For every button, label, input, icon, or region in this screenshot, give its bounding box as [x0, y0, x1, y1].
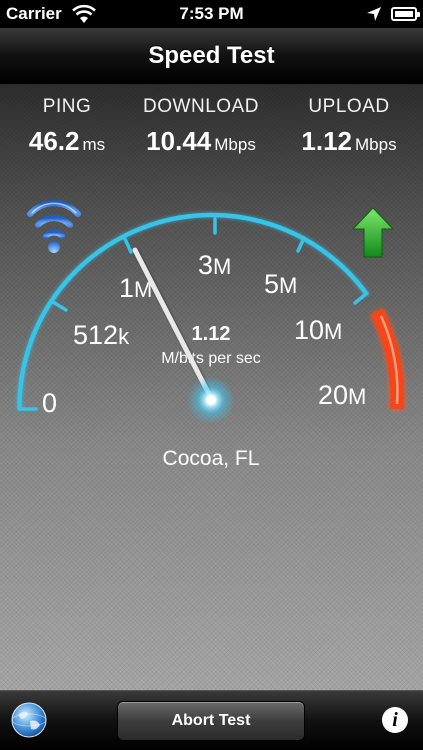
navigation-bar: Speed Test	[0, 28, 423, 84]
gauge-tick-label: 512k	[73, 320, 130, 350]
page-title: Speed Test	[148, 41, 275, 69]
gauge-tick-label: 20M	[318, 380, 366, 410]
location-arrow-icon	[367, 7, 381, 21]
gauge-tick-label: 0	[42, 388, 57, 418]
gauge-tick-label: 5M	[264, 269, 297, 299]
gauge-ticks	[17, 217, 368, 411]
clock: 7:53 PM	[179, 4, 244, 23]
upload-arrow-icon	[351, 207, 395, 258]
info-button[interactable]: i	[382, 707, 408, 733]
current-speed-value: 1.12	[192, 323, 231, 345]
gauge-tick-label: 3M	[198, 250, 231, 280]
server-location: Cocoa, FL	[163, 447, 260, 470]
battery-icon	[391, 7, 420, 21]
status-bar: Carrier 7:53 PM	[0, 0, 423, 28]
current-speed-unit: M/bits per sec	[161, 350, 261, 367]
wifi-signal-icon	[27, 200, 81, 253]
globe-icon[interactable]	[10, 701, 48, 739]
bottom-toolbar: Abort Test i	[0, 690, 423, 750]
speed-gauge: 0 512k 1M 3M 5M 10M 20M 1.12 M/bits per …	[17, 200, 405, 470]
gauge-tick-label: 10M	[294, 315, 342, 345]
main-content: PING 46.2 ms DOWNLOAD 10.44 Mbps UPLOAD 1.…	[0, 84, 423, 690]
gauge-arc	[17, 212, 370, 410]
abort-test-button[interactable]: Abort Test	[117, 701, 305, 741]
